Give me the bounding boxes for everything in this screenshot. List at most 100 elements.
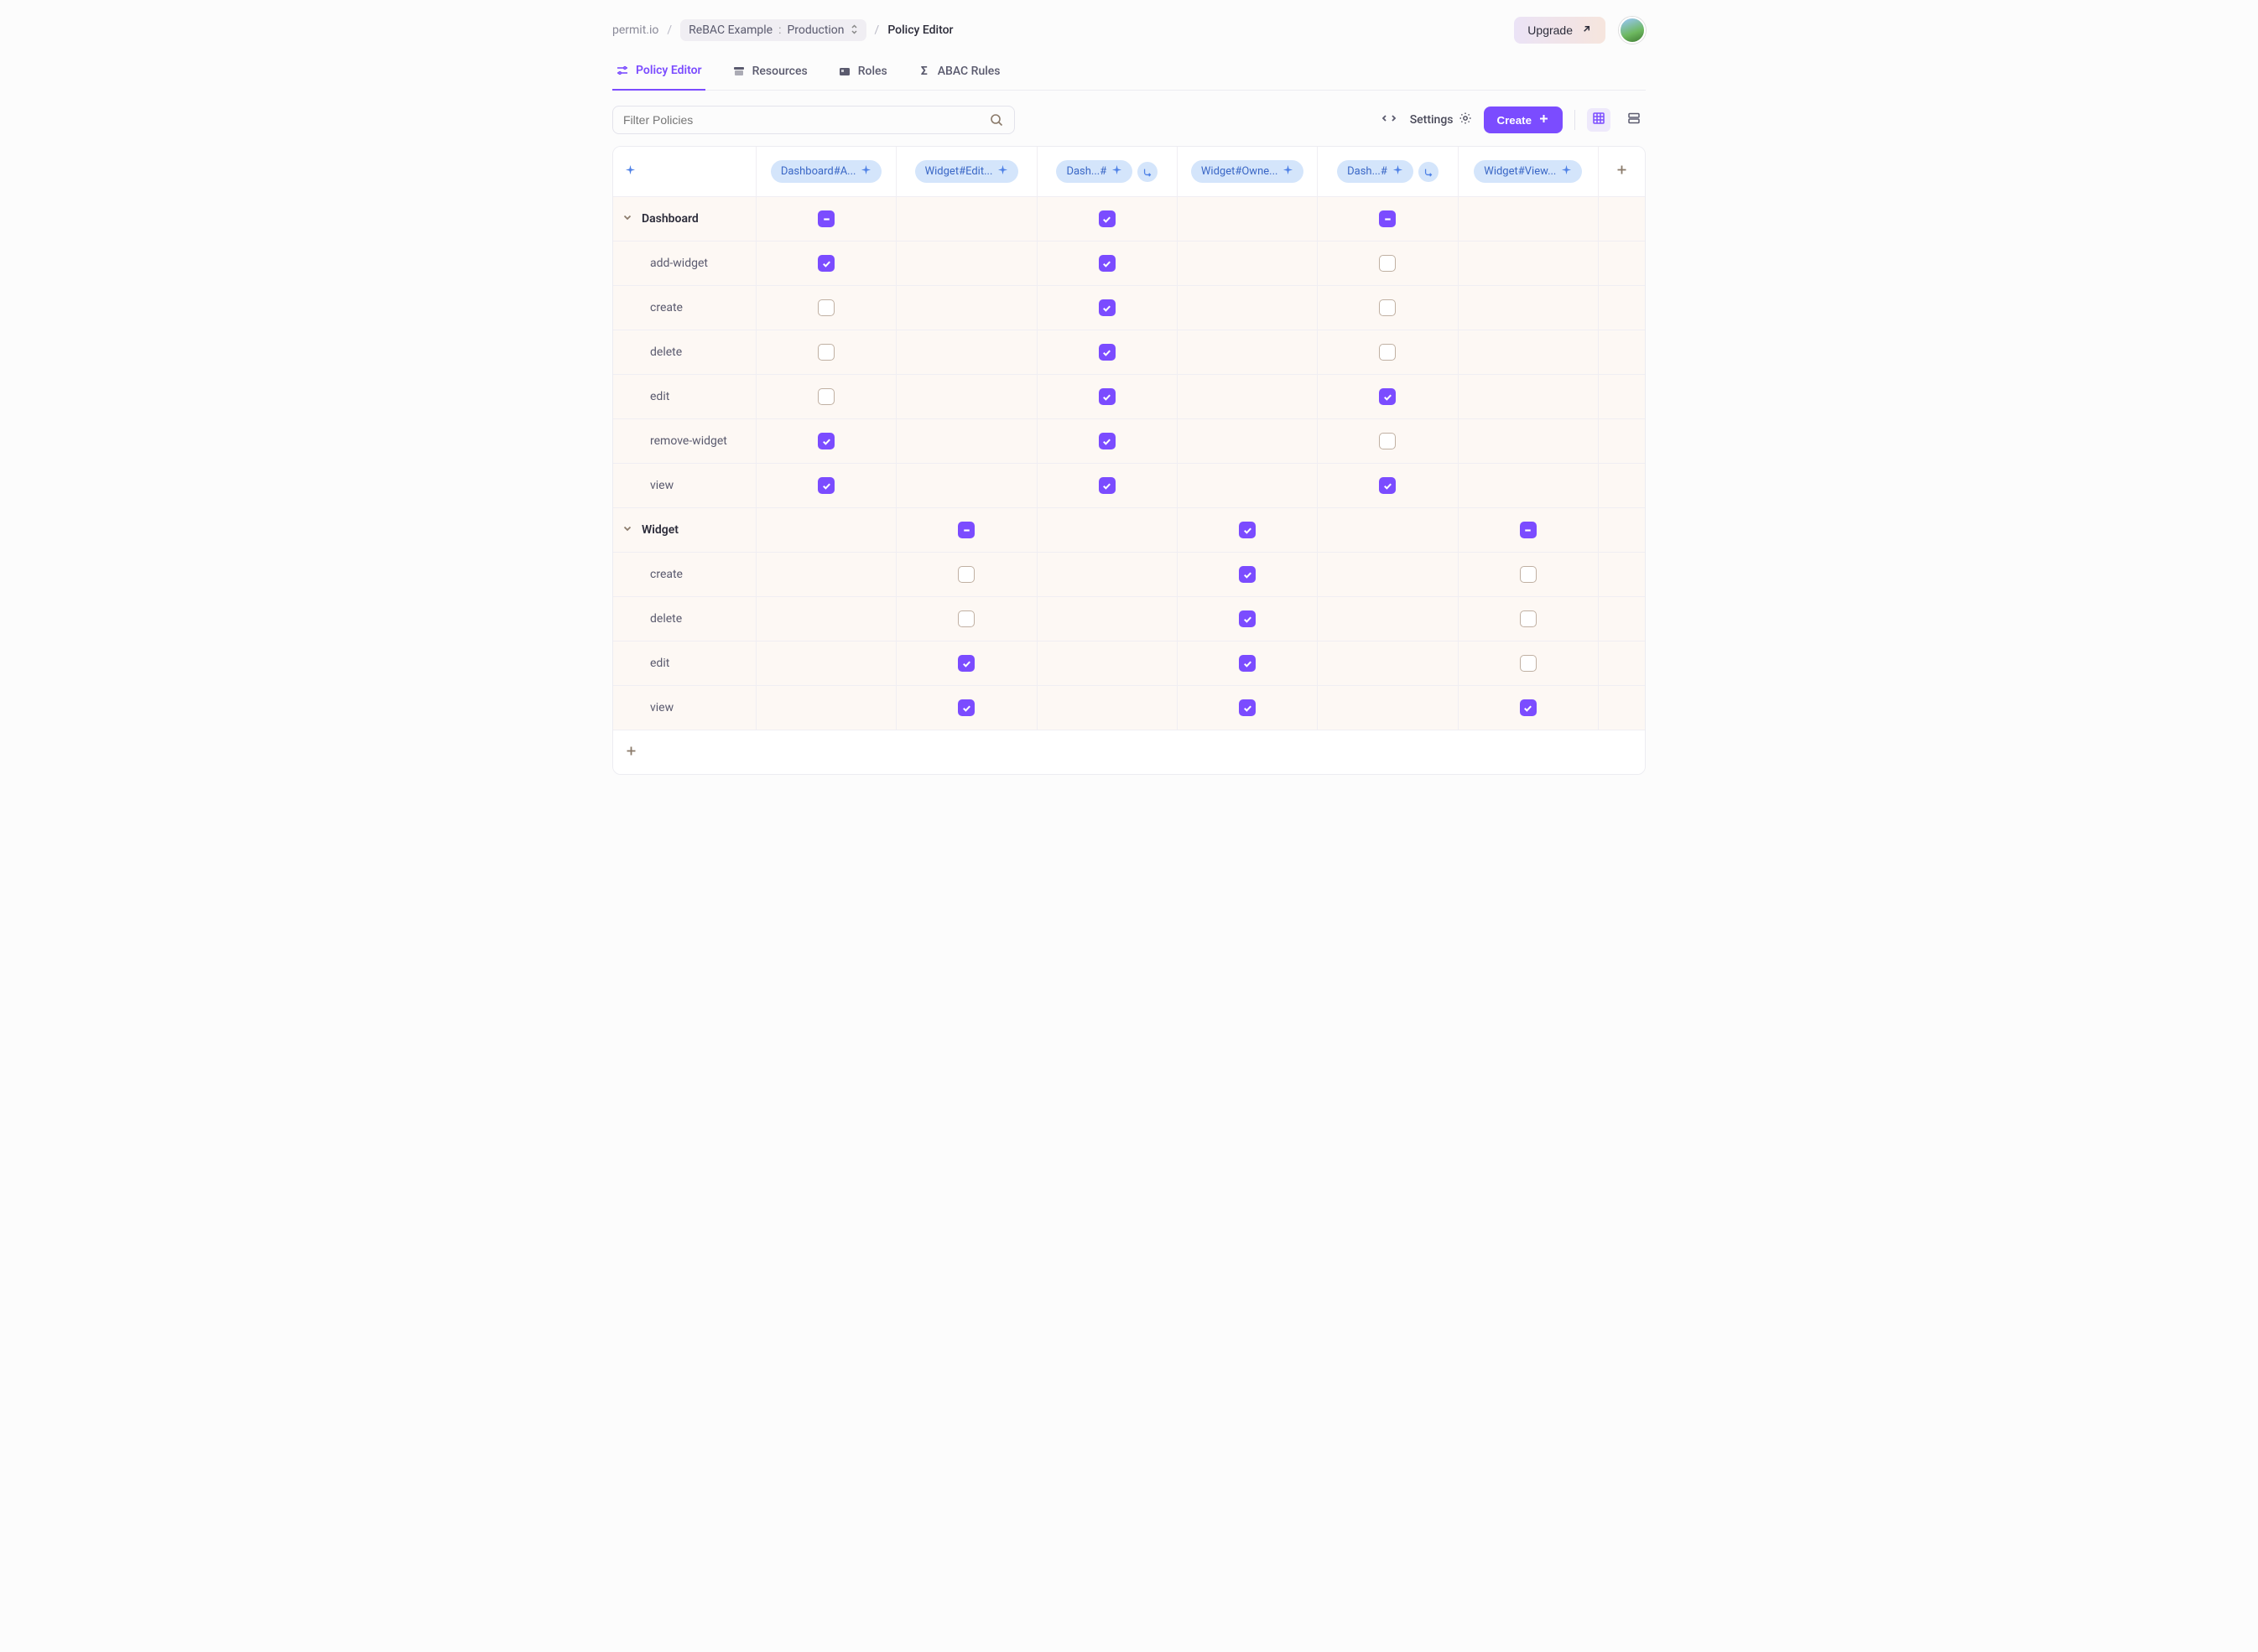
checkbox-checked[interactable] bbox=[1239, 566, 1256, 583]
breadcrumb-separator: / bbox=[667, 23, 672, 37]
matrix-cell bbox=[1317, 330, 1457, 374]
breadcrumb-root[interactable]: permit.io bbox=[612, 23, 658, 37]
checkbox-checked[interactable] bbox=[958, 655, 975, 672]
checkbox-unchecked[interactable] bbox=[1379, 255, 1396, 272]
action-name: remove-widget bbox=[650, 434, 727, 448]
create-button[interactable]: Create bbox=[1484, 106, 1563, 133]
role-chip[interactable]: Widget#Owne... bbox=[1191, 160, 1304, 183]
role-chip[interactable]: Dashboard#A... bbox=[771, 160, 882, 183]
checkbox-checked[interactable] bbox=[818, 433, 835, 449]
checkbox-unchecked[interactable] bbox=[1379, 299, 1396, 316]
checkbox-checked[interactable] bbox=[1239, 655, 1256, 672]
checkbox-checked[interactable] bbox=[1379, 388, 1396, 405]
resource-cell[interactable]: Widget bbox=[613, 508, 756, 552]
view-list-button[interactable] bbox=[1622, 108, 1646, 132]
toolbar: Settings Create bbox=[612, 106, 1646, 134]
tab-policy-editor[interactable]: Policy Editor bbox=[612, 64, 705, 91]
view-grid-button[interactable] bbox=[1587, 108, 1610, 132]
role-chip[interactable]: Widget#View... bbox=[1474, 160, 1582, 183]
checkbox-unchecked[interactable] bbox=[1379, 344, 1396, 361]
checkbox-unchecked[interactable] bbox=[958, 610, 975, 627]
checkbox-checked[interactable] bbox=[1099, 210, 1116, 227]
action-row: add-widget bbox=[613, 241, 1645, 285]
action-cell: delete bbox=[613, 597, 756, 641]
plus-icon bbox=[625, 745, 637, 761]
checkbox-checked[interactable] bbox=[1099, 388, 1116, 405]
tab-roles[interactable]: Roles bbox=[835, 65, 891, 90]
checkbox-checked[interactable] bbox=[1099, 344, 1116, 361]
role-label: Dash...# bbox=[1347, 165, 1387, 178]
checkbox-checked[interactable] bbox=[1099, 299, 1116, 316]
breadcrumb-workspace-env[interactable]: ReBAC Example : Production bbox=[680, 19, 866, 41]
checkbox-indeterminate[interactable] bbox=[1379, 210, 1396, 227]
avatar[interactable] bbox=[1619, 17, 1646, 44]
matrix-cell bbox=[1317, 375, 1457, 418]
tab-abac-rules[interactable]: Σ ABAC Rules bbox=[914, 65, 1004, 90]
checkbox-checked[interactable] bbox=[1239, 699, 1256, 716]
action-cell: edit bbox=[613, 375, 756, 418]
checkbox-checked[interactable] bbox=[1099, 477, 1116, 494]
checkbox-indeterminate[interactable] bbox=[1520, 522, 1537, 538]
role-chip[interactable]: Dash...# bbox=[1056, 160, 1132, 183]
checkbox-checked[interactable] bbox=[818, 255, 835, 272]
checkbox-unchecked[interactable] bbox=[818, 388, 835, 405]
derivation-icon[interactable] bbox=[1137, 162, 1158, 182]
sliders-icon bbox=[616, 64, 629, 77]
add-role-column[interactable] bbox=[1598, 147, 1645, 196]
sparkle-icon bbox=[1282, 164, 1293, 179]
checkbox-checked[interactable] bbox=[958, 699, 975, 716]
checkbox-unchecked[interactable] bbox=[818, 344, 835, 361]
checkbox-indeterminate[interactable] bbox=[958, 522, 975, 538]
checkbox-unchecked[interactable] bbox=[1520, 610, 1537, 627]
search-input-container bbox=[612, 106, 1015, 134]
matrix-cell bbox=[896, 375, 1036, 418]
matrix-cell bbox=[1177, 642, 1317, 685]
expand-collapse-arrows[interactable] bbox=[1380, 112, 1398, 127]
action-cell: add-widget bbox=[613, 242, 756, 285]
checkbox-checked[interactable] bbox=[1239, 522, 1256, 538]
matrix-cell bbox=[1177, 375, 1317, 418]
checkbox-unchecked[interactable] bbox=[818, 299, 835, 316]
matrix-header-row: Dashboard#A... Widget#Edit... Dash...# Widg… bbox=[613, 147, 1645, 196]
checkbox-checked[interactable] bbox=[1239, 610, 1256, 627]
role-chip[interactable]: Widget#Edit... bbox=[915, 160, 1019, 183]
create-label: Create bbox=[1497, 114, 1532, 127]
checkbox-checked[interactable] bbox=[1379, 477, 1396, 494]
checkbox-checked[interactable] bbox=[1099, 255, 1116, 272]
matrix-cell bbox=[1317, 197, 1457, 241]
settings-button[interactable]: Settings bbox=[1410, 112, 1472, 128]
checkbox-checked[interactable] bbox=[818, 477, 835, 494]
matrix-cell bbox=[1317, 286, 1457, 330]
checkbox-unchecked[interactable] bbox=[1520, 655, 1537, 672]
action-cell: create bbox=[613, 553, 756, 596]
add-resource-row[interactable] bbox=[613, 730, 1645, 774]
chevron-down-icon bbox=[622, 522, 633, 538]
resource-row: Widget bbox=[613, 507, 1645, 552]
action-name: create bbox=[650, 568, 683, 581]
search-input[interactable] bbox=[623, 113, 989, 127]
chevron-down-icon bbox=[622, 211, 633, 226]
checkbox-checked[interactable] bbox=[1520, 699, 1537, 716]
role-header-cell: Dashboard#A... bbox=[756, 147, 896, 196]
checkbox-unchecked[interactable] bbox=[958, 566, 975, 583]
checkbox-checked[interactable] bbox=[1099, 433, 1116, 449]
action-cell: remove-widget bbox=[613, 419, 756, 463]
matrix-cell bbox=[896, 464, 1036, 507]
upgrade-label: Upgrade bbox=[1527, 23, 1573, 37]
sparkle-icon bbox=[1111, 164, 1122, 179]
breadcrumb-environment: Production bbox=[787, 23, 844, 37]
tab-resources[interactable]: Resources bbox=[729, 65, 811, 90]
tabs: Policy Editor Resources Roles Σ ABAC Rul… bbox=[612, 64, 1646, 91]
role-label: Dashboard#A... bbox=[781, 165, 856, 178]
checkbox-indeterminate[interactable] bbox=[818, 210, 835, 227]
resource-cell[interactable]: Dashboard bbox=[613, 197, 756, 241]
checkbox-unchecked[interactable] bbox=[1379, 433, 1396, 449]
action-row: delete bbox=[613, 596, 1645, 641]
checkbox-unchecked[interactable] bbox=[1520, 566, 1537, 583]
derivation-icon[interactable] bbox=[1418, 162, 1439, 182]
upgrade-button[interactable]: Upgrade bbox=[1514, 17, 1605, 44]
role-chip[interactable]: Dash...# bbox=[1337, 160, 1413, 183]
role-header-cell: Widget#Owne... bbox=[1177, 147, 1317, 196]
sparkle-icon bbox=[997, 164, 1008, 179]
matrix-cell bbox=[896, 686, 1036, 730]
